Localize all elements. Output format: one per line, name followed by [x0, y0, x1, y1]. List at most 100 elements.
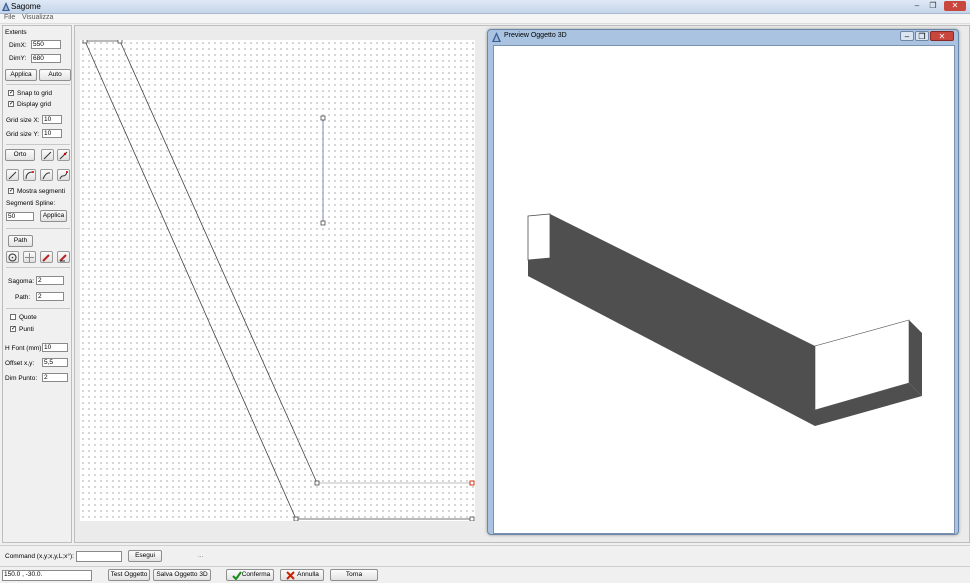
spline-icon: [59, 171, 68, 180]
object-end-face: [527, 213, 551, 261]
circle-icon: [8, 253, 17, 262]
tool-panel: Extents DimX: 550 DimY: 680 Applica Auto…: [2, 25, 72, 543]
torna-button[interactable]: Torna: [330, 569, 378, 581]
dimy-input[interactable]: 680: [31, 54, 61, 63]
preview-close-button[interactable]: ✕: [930, 31, 954, 41]
preview-3d-svg[interactable]: [494, 46, 954, 533]
quote-checkbox[interactable]: [10, 314, 16, 320]
annulla-label: Annulla: [297, 571, 319, 578]
coordinates-readout: 150.0 , -30.0.: [2, 570, 92, 581]
segmenti-spline-label: Segmenti Spline:: [6, 200, 56, 207]
vertex-handle[interactable]: [293, 516, 299, 521]
shape-edge: [119, 40, 318, 484]
line-pick-tool-button[interactable]: [57, 149, 70, 161]
quote-label: Quote: [19, 314, 37, 321]
drawing-grid[interactable]: [80, 40, 475, 521]
line-tool-button[interactable]: [41, 149, 54, 161]
segmenti-spline-input[interactable]: 50: [6, 212, 34, 221]
separator: [6, 144, 70, 145]
path-shape[interactable]: [320, 115, 326, 226]
command-bar: Command (x,y;x,y,L;x°): Esegui ...: [0, 545, 970, 565]
command-input[interactable]: [76, 551, 122, 562]
annulla-button[interactable]: Annulla: [280, 569, 324, 581]
line-pick-icon: [59, 151, 68, 160]
vertex-handle-selected[interactable]: [469, 480, 475, 486]
profile-shape[interactable]: [82, 40, 475, 521]
command-extra: ...: [198, 552, 204, 559]
vertex-handle[interactable]: [320, 220, 326, 226]
punti-checkbox[interactable]: ✓: [10, 326, 16, 332]
separator: [6, 228, 70, 229]
x-icon: [286, 571, 295, 580]
offset-input[interactable]: 5,5: [42, 358, 68, 367]
command-label: Command (x,y;x,y,L;x°):: [5, 553, 74, 560]
separator: [6, 267, 70, 268]
salva-oggetto-3d-button[interactable]: Salva Oggetto 3D: [153, 569, 211, 581]
applica-spline-button[interactable]: Applica: [40, 210, 67, 222]
spline-tool-button[interactable]: [57, 169, 70, 181]
display-grid-checkbox[interactable]: ✓: [8, 101, 14, 107]
app-icon: [2, 2, 10, 11]
segment-icon: [8, 171, 17, 180]
segment-tool-button[interactable]: [6, 169, 19, 181]
circle-tool-button[interactable]: [6, 251, 19, 263]
vertex-handle[interactable]: [320, 115, 326, 121]
preview-maximize-button[interactable]: ❐: [915, 31, 929, 41]
test-oggetto-button[interactable]: Test Oggetto: [108, 569, 150, 581]
arc-icon: [25, 171, 34, 180]
path-button[interactable]: Path: [8, 235, 33, 247]
vertex-handle[interactable]: [314, 480, 320, 486]
dimx-input[interactable]: 550: [31, 40, 61, 49]
conferma-button[interactable]: Conferma: [226, 569, 274, 581]
mostra-segmenti-checkbox[interactable]: ✓: [8, 188, 14, 194]
preview-3d-viewport[interactable]: [493, 45, 955, 534]
path-label: Path:: [15, 294, 31, 301]
path-input[interactable]: 2: [36, 292, 64, 301]
separator: [6, 308, 70, 309]
display-grid-label: Display grid: [17, 101, 51, 108]
hfont-label: H Font (mm):: [5, 345, 44, 352]
vertex-handle[interactable]: [469, 516, 475, 521]
shape-edge: [84, 40, 297, 520]
preview-minimize-button[interactable]: –: [900, 31, 914, 41]
preview-window: Preview Oggetto 3D – ❐ ✕: [487, 29, 959, 535]
check-icon: [232, 571, 242, 580]
snap-checkbox[interactable]: ✓: [8, 90, 14, 96]
grid-y-input[interactable]: 10: [42, 129, 62, 138]
cross-tool-button[interactable]: [23, 251, 36, 263]
window-title: Sagome: [11, 2, 41, 11]
vertex-handle[interactable]: [82, 40, 88, 44]
arc-tool-button[interactable]: [23, 169, 36, 181]
grid-x-label: Grid size X:: [6, 117, 40, 124]
cross-icon: [25, 253, 34, 262]
applica-extents-button[interactable]: Applica: [5, 69, 37, 81]
snap-label: Snap to grid: [17, 90, 53, 97]
orto-button[interactable]: Orto: [5, 149, 35, 161]
vertex-handle[interactable]: [117, 40, 123, 44]
grid-x-input[interactable]: 10: [42, 115, 62, 124]
dimy-label: DimY:: [9, 55, 27, 62]
drawing-svg[interactable]: [80, 40, 475, 521]
pen-edit-icon: [59, 254, 67, 262]
title-bar: Sagome – ❐ ✕: [0, 0, 970, 14]
menu-bar: File Visualizza: [0, 14, 970, 24]
pen-tool-button[interactable]: [40, 251, 53, 263]
menu-visualizza[interactable]: Visualizza: [22, 14, 53, 21]
3d-object: [527, 213, 922, 426]
auto-button[interactable]: Auto: [39, 69, 71, 81]
hfont-input[interactable]: 10: [42, 343, 68, 352]
sagoma-input[interactable]: 2: [36, 276, 64, 285]
menu-file[interactable]: File: [4, 14, 15, 21]
curve-tool-button[interactable]: [40, 169, 53, 181]
separator: [6, 84, 70, 85]
minimize-button[interactable]: –: [910, 1, 924, 11]
pen-edit-tool-button[interactable]: [57, 251, 70, 263]
esegui-button[interactable]: Esegui: [128, 550, 162, 562]
grid-y-label: Grid size Y:: [6, 131, 40, 138]
line-icon: [43, 151, 52, 160]
dim-punto-label: Dim Punto:: [5, 375, 38, 382]
status-bar: 150.0 , -30.0. Test Oggetto Salva Oggett…: [0, 566, 970, 583]
maximize-button[interactable]: ❐: [926, 1, 940, 11]
close-button[interactable]: ✕: [944, 1, 966, 11]
dim-punto-input[interactable]: 2: [42, 373, 68, 382]
